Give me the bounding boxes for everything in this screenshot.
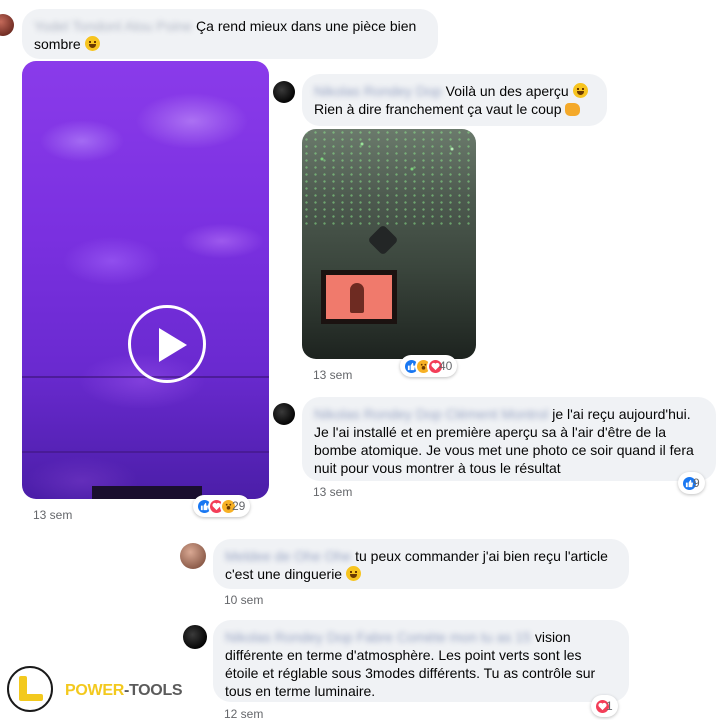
star-projection xyxy=(302,129,476,229)
timestamp[interactable]: 13 sem xyxy=(33,508,72,522)
reaction-summary[interactable]: 1 xyxy=(591,695,618,717)
reaction-count: 9 xyxy=(693,476,700,490)
avatar[interactable] xyxy=(183,625,207,649)
avatar[interactable] xyxy=(273,81,295,103)
comment-text: Voilà un des aperçu xyxy=(445,83,569,99)
brand-part: POWER xyxy=(65,682,124,699)
comment-bubble: Nikolas Rondey Dop Fabre Comète mon tu a… xyxy=(213,620,629,702)
avatar[interactable] xyxy=(0,14,14,36)
timestamp[interactable]: 12 sem xyxy=(224,707,263,720)
photo-attachment[interactable] xyxy=(302,129,476,359)
video-frame-line xyxy=(22,451,269,453)
play-icon[interactable] xyxy=(128,305,206,383)
timestamp[interactable]: 13 sem xyxy=(313,485,352,499)
author-name[interactable]: Nikolas Rondey Dop Clément Montrol xyxy=(314,406,548,422)
comment-bubble: Nikolas Rondey Dop Voilà un des aperçu Ri… xyxy=(302,74,607,126)
smiling-emoji xyxy=(572,83,588,98)
comment-bubble: Meldee de Ohe Ohe tu peux commander j'ai … xyxy=(213,539,629,589)
reaction-count: 40 xyxy=(439,359,453,373)
grinning-sweat-emoji xyxy=(84,36,100,51)
timestamp[interactable]: 13 sem xyxy=(313,368,352,382)
wall-decoration xyxy=(367,224,399,256)
comment-text: Rien à dire franchement ça vaut le coup xyxy=(314,101,562,117)
power-tools-logo xyxy=(7,666,53,712)
comment-bubble: Nikolas Rondey Dop Clément Montrol je l'a… xyxy=(302,397,716,481)
logo-mark xyxy=(19,694,43,701)
avatar[interactable] xyxy=(273,403,295,425)
smiling-emoji xyxy=(345,566,361,581)
timestamp[interactable]: 10 sem xyxy=(224,593,263,607)
avatar[interactable] xyxy=(180,543,206,569)
brand-part: -TOOLS xyxy=(123,682,183,699)
reaction-summary[interactable]: 40 xyxy=(400,355,458,377)
author-name[interactable]: Nikolas Rondey Dop Fabre Comète mon tu a… xyxy=(225,629,531,645)
video-frame-detail xyxy=(92,486,202,499)
author-name[interactable]: Meldee de Ohe Ohe xyxy=(225,548,351,564)
brand-watermark: POWER-TOOLS xyxy=(65,682,183,700)
author-name[interactable]: Yodel Tondonl Alou Poine xyxy=(34,18,192,34)
author-name[interactable]: Nikolas Rondey Dop xyxy=(314,83,442,99)
tv-screen xyxy=(326,275,392,319)
comment-bubble: Yodel Tondonl Alou Poine Ça rend mieux da… xyxy=(22,9,438,59)
reaction-summary[interactable]: 9 xyxy=(678,472,705,494)
reaction-count: 1 xyxy=(606,699,613,713)
reaction-summary[interactable]: 29 xyxy=(193,495,251,517)
reaction-count: 29 xyxy=(232,499,246,513)
video-player[interactable] xyxy=(22,61,269,499)
fist-emoji xyxy=(565,103,581,116)
